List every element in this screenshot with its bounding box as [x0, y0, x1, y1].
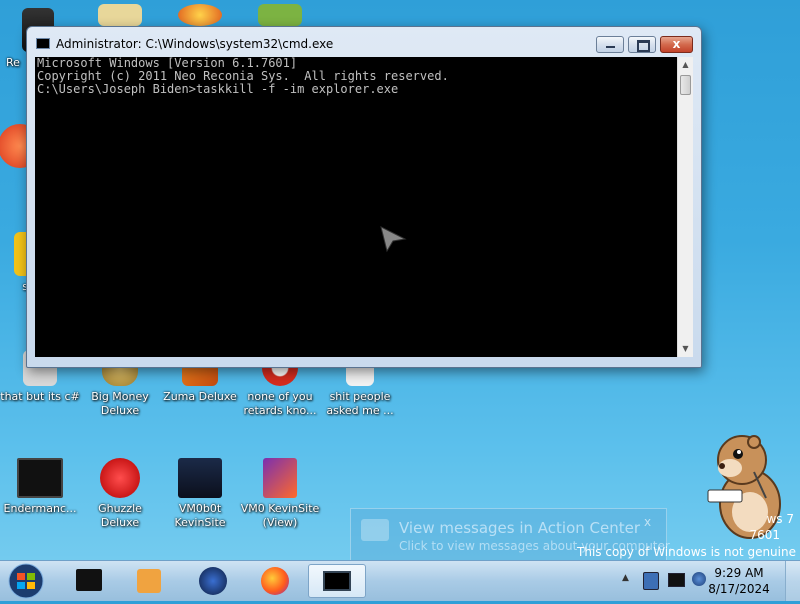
desktop-icon-label: none of you retards kno...: [243, 390, 317, 417]
taskbar-app-cmd[interactable]: [308, 564, 366, 598]
desktop-icon-label: that but its c#: [0, 390, 80, 403]
desktop-icon-endermanc[interactable]: Endermanc...: [0, 458, 80, 516]
firefox-file-icon: [263, 458, 297, 498]
action-center-tray-icon[interactable]: [643, 572, 659, 590]
minimize-button[interactable]: [596, 36, 624, 53]
monitor-icon: [178, 458, 222, 498]
genuine-warning: This copy of Windows is not genuine: [577, 545, 796, 559]
scroll-down-icon[interactable]: ▼: [678, 341, 693, 357]
start-button[interactable]: [6, 562, 46, 600]
window-titlebar[interactable]: Administrator: C:\Windows\system32\cmd.e…: [27, 27, 701, 57]
taskbar-app-firefox[interactable]: [250, 564, 300, 598]
folder-icon: [98, 4, 142, 26]
mouse-pointer-icon: [380, 226, 407, 253]
cmd-icon: [323, 571, 351, 591]
terminal-app-icon: [17, 458, 63, 498]
scroll-up-icon[interactable]: ▲: [678, 57, 693, 73]
scroll-thumb[interactable]: [680, 75, 691, 95]
close-button[interactable]: x: [660, 36, 693, 53]
maximize-button[interactable]: [628, 36, 656, 53]
firefox-icon: [261, 567, 289, 595]
windows-logo-icon: [8, 563, 44, 599]
taskbar-app-game[interactable]: [188, 564, 238, 598]
cmd-window[interactable]: Administrator: C:\Windows\system32\cmd.e…: [26, 26, 702, 368]
maximize-icon: [637, 40, 650, 52]
game-icon: [199, 567, 227, 595]
notification-title: View messages in Action Center: [399, 519, 641, 537]
tray-expand-button[interactable]: ▲: [622, 573, 629, 583]
desktop-icon-label: Endermanc...: [3, 502, 77, 515]
action-center-icon: [361, 519, 389, 541]
desktop-icon-label: shit people asked me ...: [326, 390, 394, 417]
cmd-icon: [36, 38, 50, 49]
desktop-icon-label: VM0b0t KevinSite: [174, 502, 226, 529]
game-icon: [178, 4, 222, 26]
desktop-icon-vm0b0t[interactable]: VM0b0t KevinSite: [160, 458, 240, 530]
watermark-line: ws 7: [766, 512, 794, 526]
window-title: Administrator: C:\Windows\system32\cmd.e…: [56, 37, 334, 51]
desktop-icon-ghuzzle[interactable]: Ghuzzle Deluxe: [80, 458, 160, 530]
close-icon: x: [672, 37, 681, 51]
notification-close-button[interactable]: x: [644, 515, 651, 529]
show-desktop-button[interactable]: [785, 561, 800, 601]
clock-date[interactable]: 8/17/2024: [704, 582, 774, 596]
hamster-app-icon: [258, 4, 302, 26]
desktop-icon-label: VM0 KevinSite (View): [240, 502, 320, 529]
taskbar-app-terminal[interactable]: [64, 564, 114, 598]
media-player-icon: [137, 569, 161, 593]
ghuzzle-icon: [100, 458, 140, 498]
desktop-icon-vm0-kevinsite[interactable]: VM0 KevinSite (View): [240, 458, 320, 530]
terminal-icon: [76, 569, 102, 591]
desktop-icon-label: Big Money Deluxe: [91, 390, 149, 417]
taskbar-app-media-player[interactable]: [124, 564, 174, 598]
taskbar: ▲ 9:29 AM 8/17/2024: [0, 560, 800, 601]
console-output[interactable]: Microsoft Windows [Version 6.1.7601] Cop…: [35, 57, 677, 357]
watermark-line: 7601: [749, 528, 780, 542]
monitor-tray-icon[interactable]: [668, 573, 685, 587]
console-line: C:\Users\Joseph Biden>taskkill -f -im ex…: [37, 82, 399, 96]
clock-time[interactable]: 9:29 AM: [704, 566, 774, 580]
minimize-icon: [606, 46, 615, 48]
vertical-scrollbar[interactable]: ▲ ▼: [677, 57, 693, 357]
desktop-icon-label: Zuma Deluxe: [163, 390, 237, 403]
desktop-icon-label: Ghuzzle Deluxe: [98, 502, 142, 529]
